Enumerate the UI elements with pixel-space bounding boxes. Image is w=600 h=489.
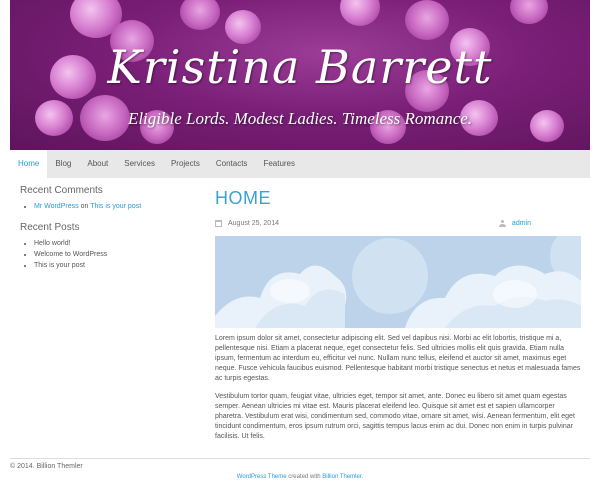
main-content: HOME August 25, 2014 admin Lorem ipsum d… — [215, 188, 581, 450]
nav-item-projects[interactable]: Projects — [163, 150, 208, 178]
paragraph: Lorem ipsum dolor sit amet, consectetur … — [215, 335, 581, 382]
nav-item-features[interactable]: Features — [255, 150, 303, 178]
credit-text: created with — [286, 474, 323, 480]
nav-item-about[interactable]: About — [79, 150, 116, 178]
post-body: Lorem ipsum dolor sit amet, consectetur … — [215, 334, 581, 442]
recent-posts-widget: Recent Posts Hello world! Welcome to Wor… — [20, 222, 190, 271]
nav-item-services[interactable]: Services — [116, 150, 163, 178]
widget-title: Recent Posts — [20, 222, 80, 233]
footer-copyright: © 2014. Billion Themler — [10, 463, 83, 470]
footer-divider — [10, 458, 590, 459]
post-meta: August 25, 2014 admin — [215, 218, 581, 228]
sidebar: Recent Comments Mr WordPress on This is … — [20, 185, 190, 281]
header-banner: Kristina Barrett Eligible Lords. Modest … — [10, 0, 590, 150]
nav-item-home[interactable]: Home — [10, 150, 48, 178]
post-date: August 25, 2014 — [228, 219, 279, 227]
credit-end: . — [361, 474, 364, 480]
nav-item-blog[interactable]: Blog — [47, 150, 79, 178]
nav-item-contacts[interactable]: Contacts — [208, 150, 256, 178]
post-author-link[interactable]: admin — [512, 220, 531, 227]
wordpress-theme-link[interactable]: WordPress Theme — [237, 474, 287, 480]
widget-title: Recent Comments — [20, 185, 103, 196]
page-title: HOME — [215, 188, 271, 208]
comment-post-link[interactable]: This is your post — [90, 203, 141, 210]
sky-clouds-image — [215, 236, 581, 328]
orchid-flower — [405, 0, 449, 40]
comment-connector: on — [80, 203, 89, 210]
orchid-flower — [510, 0, 548, 24]
comment-author-link[interactable]: Mr WordPress — [34, 203, 79, 210]
orchid-flower — [225, 10, 261, 44]
calendar-icon — [215, 219, 222, 227]
orchid-flower — [180, 0, 220, 30]
site-tagline: Eligible Lords. Modest Ladies. Timeless … — [127, 109, 473, 128]
comment-item: Mr WordPress on This is your post — [34, 201, 190, 212]
site-title[interactable]: Kristina Barrett — [10, 40, 590, 94]
footer-credit: WordPress Theme created with Billion The… — [0, 474, 600, 480]
orchid-flower — [340, 0, 380, 26]
recent-comments-widget: Recent Comments Mr WordPress on This is … — [20, 185, 190, 212]
recent-post-link[interactable]: This is your post — [34, 260, 190, 271]
paragraph: Vestibulum tortor quam, feugiat vitae, u… — [215, 393, 575, 440]
billion-themler-link[interactable]: Billion Themler — [322, 474, 361, 480]
recent-post-link[interactable]: Hello world! — [34, 238, 190, 249]
main-nav: Home Blog About Services Projects Contac… — [10, 150, 590, 178]
user-icon — [498, 219, 506, 227]
recent-post-link[interactable]: Welcome to WordPress — [34, 249, 190, 260]
